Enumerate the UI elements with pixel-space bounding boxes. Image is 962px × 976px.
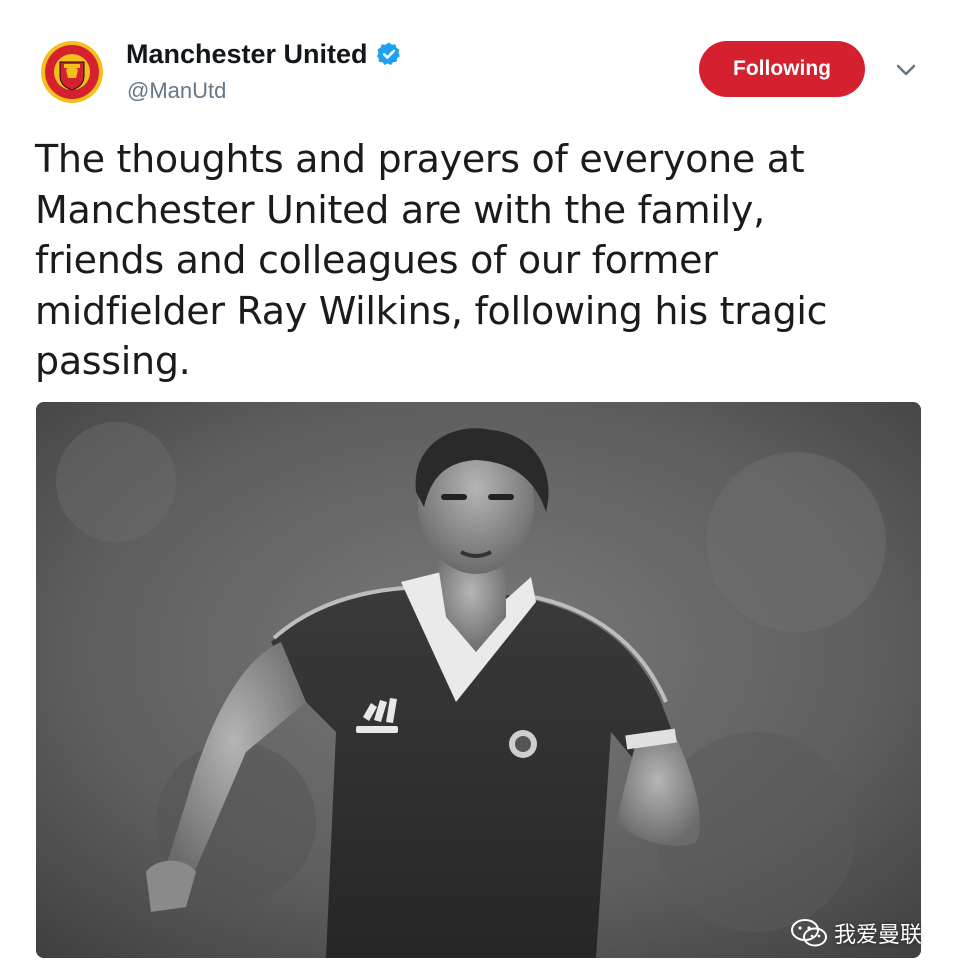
tweet-line: midfielder Ray Wilkins, following his tr… xyxy=(35,288,828,333)
avatar[interactable] xyxy=(40,40,104,104)
tweet-text: The thoughts and prayers of everyone at … xyxy=(35,134,915,387)
manchester-united-crest-icon xyxy=(41,41,103,103)
name-row: Manchester United xyxy=(126,36,402,72)
following-button[interactable]: Following xyxy=(699,41,865,97)
chevron-down-icon[interactable] xyxy=(895,62,917,78)
display-name[interactable]: Manchester United xyxy=(126,39,368,70)
verified-badge-icon xyxy=(376,42,400,65)
tweet-line: Manchester United are with the family, xyxy=(35,187,765,232)
tweet-line: friends and colleagues of our former xyxy=(35,238,718,282)
handle[interactable]: @ManUtd xyxy=(127,78,226,104)
wechat-icon xyxy=(791,919,827,947)
tweet-line: The thoughts and prayers of everyone at xyxy=(35,137,805,181)
tweet-line: passing. xyxy=(35,339,191,383)
tweet-photo[interactable] xyxy=(36,402,921,958)
football-player-photo xyxy=(36,402,921,958)
watermark-text: 我爱曼联 xyxy=(834,923,923,948)
wechat-watermark: 我爱曼联 xyxy=(790,916,922,950)
tweet-header: Manchester United @ManUtd Following xyxy=(0,0,962,120)
